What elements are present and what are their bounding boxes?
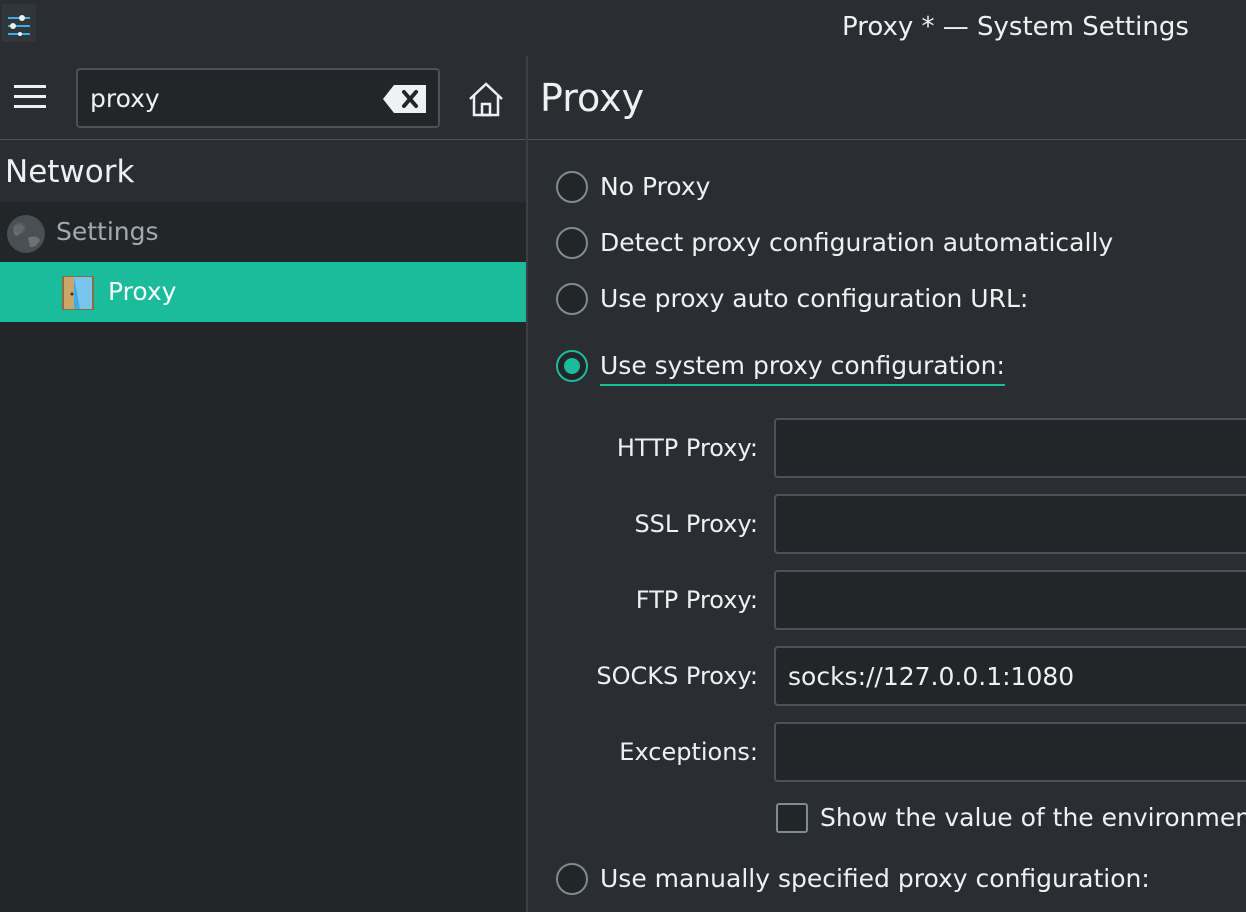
title-bar: Proxy * — System Settings: [0, 0, 1246, 56]
sidebar-item-label: Proxy: [108, 277, 177, 306]
radio-button[interactable]: [556, 863, 588, 895]
socks-proxy-label: SOCKS Proxy:: [596, 662, 758, 690]
ssl-proxy-field[interactable]: [774, 494, 1246, 554]
radio-label: Detect proxy configuration automatically: [600, 228, 1114, 257]
window-title: Proxy * — System Settings: [842, 12, 1189, 42]
main-header: Proxy: [528, 56, 1246, 140]
radio-label: No Proxy: [600, 172, 711, 201]
proxy-door-icon: [62, 276, 94, 310]
radio-label: Use proxy auto configuration URL:: [600, 284, 1029, 313]
radio-button[interactable]: [556, 283, 588, 315]
sidebar-toolbar: [0, 56, 527, 140]
search-box[interactable]: [76, 68, 440, 128]
search-input[interactable]: [90, 78, 380, 118]
socks-proxy-field[interactable]: [774, 646, 1246, 706]
globe-icon: [7, 215, 45, 253]
show-env-value-checkbox[interactable]: [776, 803, 808, 833]
ftp-proxy-label: FTP Proxy:: [635, 586, 758, 614]
radio-button-checked[interactable]: [556, 350, 588, 382]
exceptions-label: Exceptions:: [619, 738, 758, 766]
http-proxy-label: HTTP Proxy:: [616, 434, 758, 462]
sidebar-item-proxy[interactable]: Proxy: [0, 262, 527, 322]
checkbox-label: Show the value of the environment: [820, 803, 1246, 832]
main-panel: Proxy No Proxy Detect proxy configuratio…: [528, 56, 1246, 912]
settings-sliders-icon[interactable]: [2, 4, 36, 42]
radio-button[interactable]: [556, 227, 588, 259]
sidebar-item-label: Settings: [56, 217, 159, 246]
http-proxy-field[interactable]: [774, 418, 1246, 478]
category-title: Network: [5, 154, 135, 190]
backspace-clear-icon[interactable]: [382, 83, 428, 115]
radio-label: Use manually specified proxy configurati…: [600, 864, 1150, 893]
page-title: Proxy: [540, 76, 645, 120]
hamburger-menu-icon[interactable]: [14, 82, 46, 112]
exceptions-field[interactable]: [774, 722, 1246, 782]
ssl-proxy-label: SSL Proxy:: [634, 510, 758, 538]
sidebar: Network Settings Proxy: [0, 56, 527, 912]
ftp-proxy-field[interactable]: [774, 570, 1246, 630]
home-icon[interactable]: [466, 80, 506, 118]
radio-button[interactable]: [556, 171, 588, 203]
radio-label: Use system proxy configuration:: [600, 348, 1005, 386]
sidebar-item-settings[interactable]: Settings: [0, 202, 527, 262]
